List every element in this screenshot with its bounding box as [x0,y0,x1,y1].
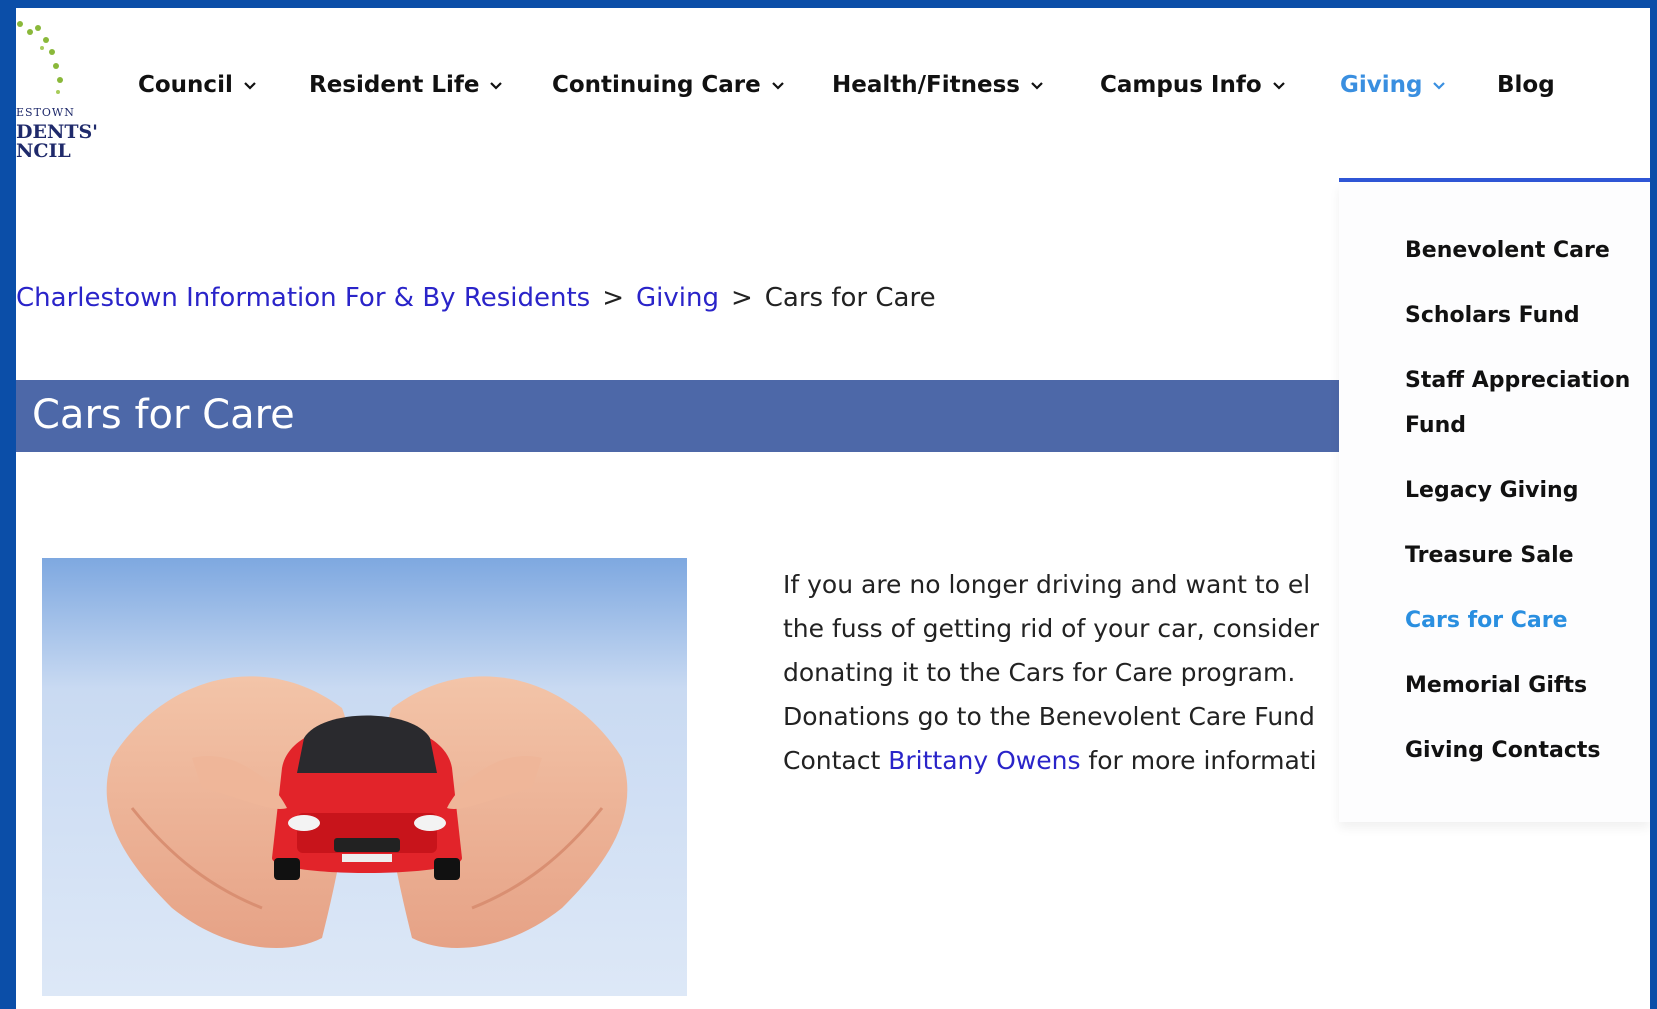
chevron-down-icon [1433,82,1446,90]
chevron-down-icon [244,82,256,90]
body-text: If you are no longer driving and want to… [783,563,1339,783]
nav-item-label: Giving [1340,72,1423,98]
nav-item-campus-info[interactable]: Campus Info [1100,72,1286,98]
breadcrumb-giving-link[interactable]: Giving [636,283,719,313]
contact-suffix: for more informati [1080,746,1317,775]
nav-item-blog[interactable]: Blog [1497,72,1555,98]
nav-item-giving[interactable]: Giving [1340,72,1446,98]
body-text-line: Donations go to the Benevolent Care Fund [783,702,1315,731]
page-title: Cars for Care [32,392,295,438]
dropdown-item-staff-appreciation-fund[interactable]: Fund [1405,403,1466,448]
chevron-down-icon[interactable] [1649,239,1650,251]
dropdown-item-legacy-giving[interactable]: Legacy Giving [1405,468,1578,513]
nav-item-label: Blog [1497,72,1555,98]
breadcrumb: Charlestown Information For & By Residen… [16,283,936,313]
dropdown-item-treasure-sale[interactable]: Treasure Sale [1405,533,1574,578]
dropdown-item-memorial-gifts[interactable]: Memorial Gifts [1405,663,1587,708]
body-text-line: If you are no longer driving and want to… [783,570,1311,599]
nav-item-council[interactable]: Council [138,72,257,98]
site-logo[interactable]: ESTOWN DENTS' NCIL [16,18,106,168]
nav-item-label: Health/Fitness [832,72,1020,98]
nav-item-label: Continuing Care [552,72,761,98]
nav-item-label: Council [138,72,233,98]
giving-dropdown-menu: Benevolent Care Scholars Fund Staff Appr… [1339,182,1650,822]
chevron-down-icon [1272,82,1285,90]
breadcrumb-home-link[interactable]: Charlestown Information For & By Residen… [16,283,590,313]
dropdown-item-giving-contacts[interactable]: Giving Contacts [1405,728,1601,773]
breadcrumb-separator: > [730,283,753,313]
nav-item-label: Resident Life [309,72,480,98]
dropdown-item-staff-appreciation[interactable]: Staff Appreciation [1405,358,1630,403]
nav-item-label: Campus Info [1100,72,1262,98]
breadcrumb-separator: > [602,283,624,313]
page-frame: ESTOWN DENTS' NCIL Council Resident Life… [16,8,1650,1009]
contact-prefix: Contact [783,746,889,775]
nav-item-health-fitness[interactable]: Health/Fitness [832,72,1044,98]
dropdown-item-cars-for-care[interactable]: Cars for Care [1405,598,1568,643]
body-text-line: Contact Brittany Owens for more informat… [783,739,1339,783]
body-text-line: donating it to the Cars for Care program… [783,658,1296,687]
chevron-down-icon [1031,82,1043,90]
hands-holding-car-image [42,558,687,996]
chevron-down-icon [490,82,503,90]
logo-dots-icon [17,21,63,94]
nav-item-resident-life[interactable]: Resident Life [309,72,503,98]
logo-text-line3: NCIL [16,140,71,162]
chevron-down-icon [771,82,784,90]
page-title-bar: Cars for Care [16,380,1339,452]
logo-text-line1: ESTOWN [16,106,75,119]
dropdown-item-scholars-fund[interactable]: Scholars Fund [1405,293,1580,338]
contact-link[interactable]: Brittany Owens [888,746,1080,775]
breadcrumb-current: Cars for Care [764,283,936,313]
dropdown-item-benevolent-care[interactable]: Benevolent Care [1405,228,1610,273]
nav-item-continuing-care[interactable]: Continuing Care [552,72,785,98]
body-text-line: the fuss of getting rid of your car, con… [783,614,1319,643]
